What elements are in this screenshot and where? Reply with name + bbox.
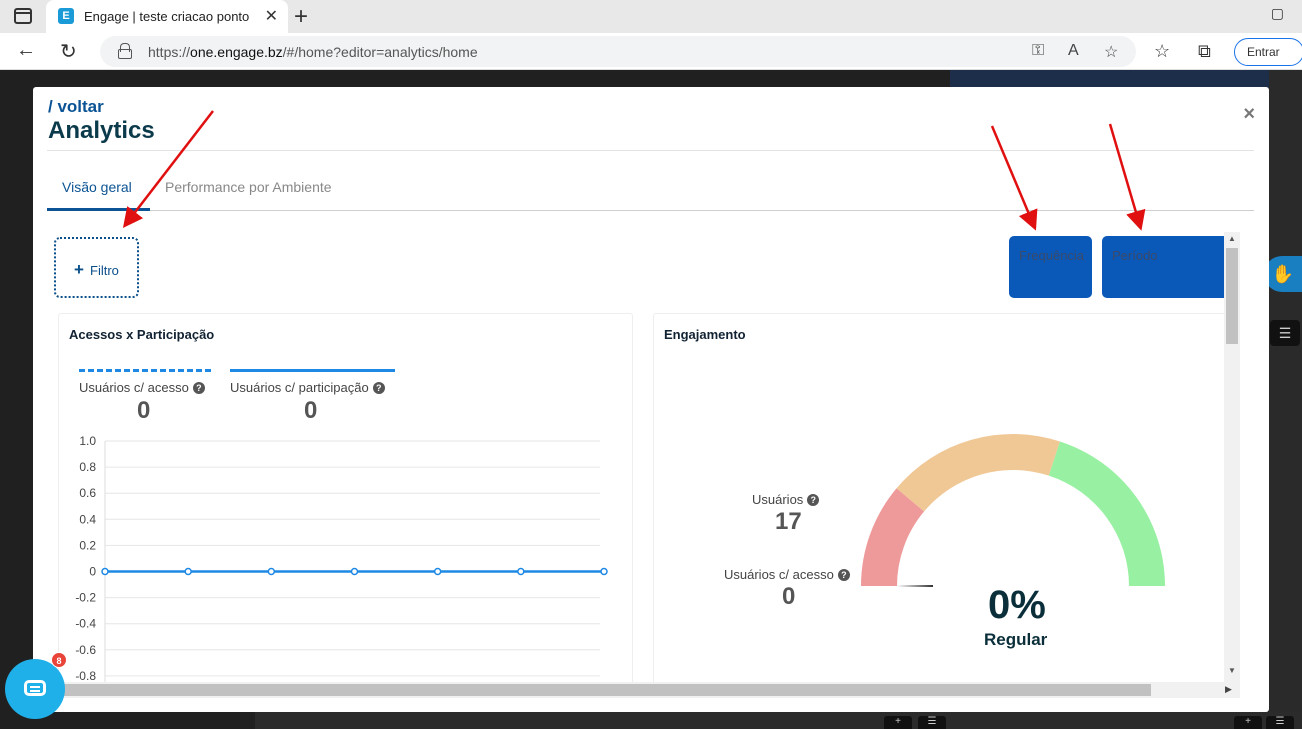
close-tab-icon[interactable]: ✕: [265, 6, 278, 26]
active-tab-indicator: [47, 208, 150, 211]
accessibility-hands-icon[interactable]: ✋: [1264, 256, 1302, 292]
notification-badge: 8: [51, 652, 67, 668]
scrollbar-thumb[interactable]: [1226, 248, 1238, 344]
favorites-icon[interactable]: ☆: [1154, 41, 1170, 62]
period-button[interactable]: Período: [1102, 236, 1232, 298]
reload-icon[interactable]: ↻: [60, 39, 77, 64]
vertical-scrollbar[interactable]: ▲ ▼: [1224, 232, 1240, 682]
y-tick-label: 0: [89, 565, 96, 579]
list-icon[interactable]: ☰: [1270, 320, 1300, 346]
data-point[interactable]: [517, 567, 525, 576]
data-point[interactable]: [433, 567, 442, 576]
y-tick-label: 0.2: [79, 538, 96, 552]
analytics-content[interactable]: + Filtro Frequência Período Acessos x Pa…: [47, 232, 1254, 684]
browser-toolbar: ← ↻ https://one.engage.bz/#/home?editor=…: [0, 33, 1302, 70]
tab-performance-por-ambiente[interactable]: Performance por Ambiente: [165, 179, 332, 195]
list-icon[interactable]: ☰: [918, 716, 946, 729]
scroll-down-icon[interactable]: ▼: [1228, 666, 1236, 675]
key-icon[interactable]: ⚿: [1032, 42, 1044, 60]
tab-visao-geral[interactable]: Visão geral: [62, 179, 132, 195]
app-side-panel: [1269, 70, 1302, 729]
plus-icon: +: [74, 260, 84, 279]
y-tick-label: -0.8: [75, 669, 96, 683]
lock-icon[interactable]: [118, 43, 132, 59]
close-icon[interactable]: ×: [1243, 103, 1255, 126]
page-title: Analytics: [48, 117, 155, 144]
data-point[interactable]: [101, 567, 109, 576]
list-icon[interactable]: ☰: [1266, 716, 1294, 729]
access-line-chart: 1.0 0.8 0.6 0.4 0.2 0 -0.2 -0.4 -0.6 -0.8: [75, 434, 608, 684]
gauge-status: Regular: [984, 630, 1048, 649]
chat-icon: [24, 680, 46, 696]
tab-title: Engage | teste criacao ponto: [84, 9, 250, 24]
data-point[interactable]: [600, 567, 608, 576]
back-link[interactable]: / voltar: [48, 97, 104, 117]
divider: [47, 150, 1254, 151]
app-header-strip: [950, 70, 1302, 88]
sign-in-button[interactable]: Entrar: [1234, 38, 1302, 66]
frequency-button[interactable]: Frequência: [1009, 236, 1092, 298]
gauge-segment-high: [1048, 441, 1165, 586]
y-tick-label: 0.4: [79, 512, 96, 526]
gauge-segment-mid: [896, 434, 1060, 512]
y-tick-label: -0.2: [75, 591, 96, 605]
add-icon[interactable]: +: [884, 716, 912, 729]
collections-icon[interactable]: ⧉: [1198, 41, 1211, 62]
filter-button[interactable]: + Filtro: [54, 237, 139, 298]
app-bottom-strip: [255, 712, 1302, 729]
access-participation-card: Acessos x Participação Usuários c/ acess…: [58, 313, 633, 684]
add-icon[interactable]: +: [1234, 716, 1262, 729]
url-text[interactable]: https://one.engage.bz/#/home?editor=anal…: [148, 44, 478, 60]
tab-actions-icon[interactable]: [14, 8, 32, 24]
y-tick-label: 0.8: [79, 460, 96, 474]
scrollbar-thumb[interactable]: [63, 684, 1151, 696]
gauge-needle: [897, 585, 933, 587]
back-arrow-icon[interactable]: ←: [16, 39, 36, 62]
engagement-card: Engajamento Usuários? 17 Usuários c/ ace…: [653, 313, 1227, 684]
gauge-percent: 0%: [988, 583, 1046, 627]
new-tab-icon[interactable]: +: [294, 3, 308, 31]
address-bar[interactable]: https://one.engage.bz/#/home?editor=anal…: [100, 36, 1136, 67]
scroll-right-icon[interactable]: ▶: [1225, 684, 1232, 695]
horizontal-scrollbar[interactable]: ▶: [47, 682, 1240, 698]
browser-tab-bar: E Engage | teste criacao ponto ✕ + ▢: [0, 0, 1302, 33]
y-tick-label: -0.4: [75, 617, 96, 631]
filter-label: Filtro: [90, 263, 119, 278]
scroll-up-icon[interactable]: ▲: [1228, 234, 1236, 243]
data-point[interactable]: [184, 567, 192, 576]
engage-favicon-icon: E: [58, 8, 74, 24]
restore-window-icon[interactable]: ▢: [1271, 5, 1284, 22]
data-point[interactable]: [350, 567, 359, 576]
data-point[interactable]: [267, 567, 276, 576]
y-tick-label: 1.0: [79, 434, 96, 448]
read-aloud-icon[interactable]: A: [1068, 42, 1079, 60]
add-favorite-icon[interactable]: ☆: [1104, 42, 1118, 62]
chat-button[interactable]: [5, 659, 65, 719]
engagement-gauge: [861, 434, 1165, 587]
browser-tab[interactable]: E Engage | teste criacao ponto ✕: [46, 0, 288, 33]
analytics-modal: / voltar Analytics × Visão geral Perform…: [33, 87, 1269, 712]
y-tick-label: -0.6: [75, 643, 96, 657]
tab-bar: Visão geral Performance por Ambiente: [47, 177, 1254, 211]
y-tick-label: 0.6: [79, 486, 96, 500]
